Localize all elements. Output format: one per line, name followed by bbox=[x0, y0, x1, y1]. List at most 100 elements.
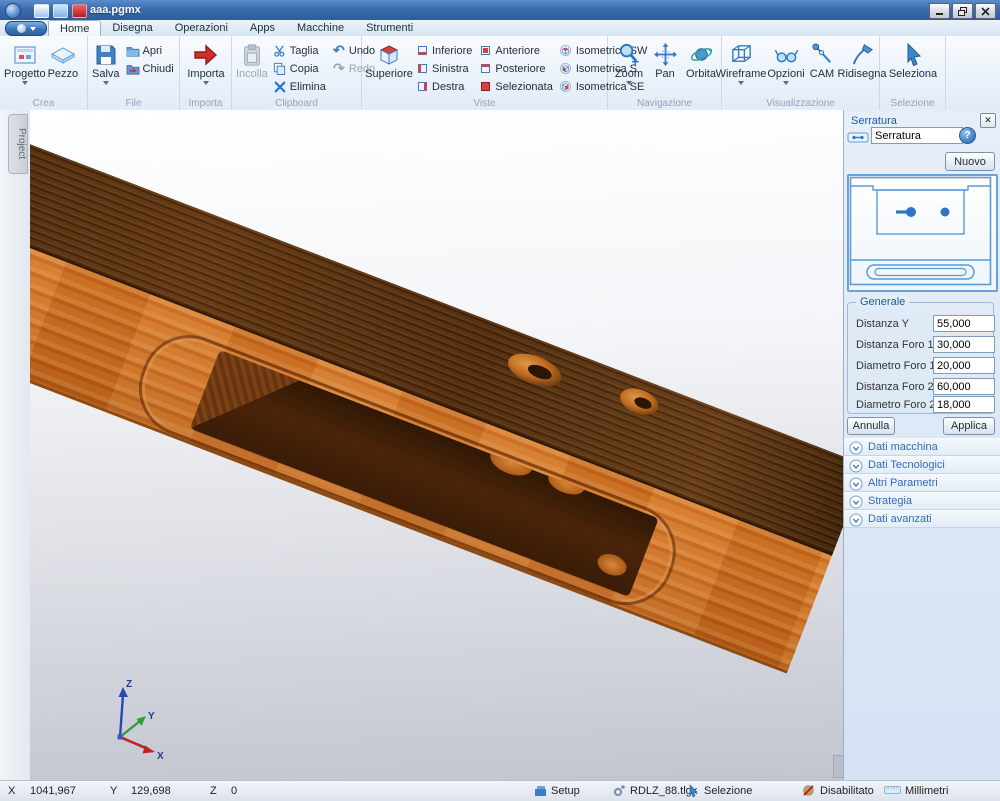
ribbon-group-crea: Progetto Pezzo Crea bbox=[0, 36, 88, 110]
ruler-icon bbox=[884, 784, 901, 799]
coord-y-value: 129,698 bbox=[131, 785, 171, 797]
section-dati-tecnologici[interactable]: Dati Tecnologici bbox=[844, 456, 1000, 474]
ribbon-group-viste: Superiore Inferiore Sinistra bbox=[362, 36, 608, 110]
viewport-3d[interactable]: Z Y X bbox=[30, 110, 843, 780]
undo-icon: ↶ bbox=[332, 44, 346, 58]
window-title: aaa.pgmx bbox=[90, 4, 141, 16]
hole-dot bbox=[941, 208, 950, 217]
field-label: Diametro Foro 1 bbox=[856, 360, 935, 372]
serratura-panel: Serratura ✕ ? Nuovo Generale Di bbox=[843, 110, 1000, 780]
cube-right-view-icon bbox=[415, 80, 429, 94]
tab-home[interactable]: Home bbox=[48, 20, 101, 37]
section-altri-parametri[interactable]: Altri Parametri bbox=[844, 474, 1000, 492]
close-icon bbox=[981, 7, 990, 16]
chevron-down-icon bbox=[626, 81, 632, 85]
scissors-icon bbox=[273, 44, 287, 58]
group-label: Viste bbox=[362, 98, 607, 109]
cam-button[interactable]: CAM bbox=[806, 39, 838, 80]
taglia-button[interactable]: Taglia bbox=[271, 42, 328, 59]
salva-button[interactable]: Salva bbox=[91, 39, 121, 85]
group-label: File bbox=[88, 98, 179, 109]
opzioni-button[interactable]: Opzioni bbox=[766, 39, 806, 85]
ribbon-group-selezione: Seleziona Selezione bbox=[880, 36, 946, 110]
distanza-y-input[interactable] bbox=[933, 315, 995, 332]
tab-strumenti[interactable]: Strumenti bbox=[355, 20, 424, 36]
iso-cube-s-icon bbox=[559, 62, 573, 76]
wireframe-button[interactable]: Wireframe bbox=[716, 39, 766, 85]
open-folder-icon bbox=[126, 44, 140, 58]
minimize-button[interactable] bbox=[929, 3, 950, 19]
nuovo-button[interactable]: Nuovo bbox=[945, 152, 995, 171]
ribbon-group-file: Salva Apri Chiudi bbox=[88, 36, 180, 110]
ribbon-group-importa: Importa Importa bbox=[180, 36, 232, 110]
restore-icon bbox=[958, 7, 967, 16]
eyeglasses-icon bbox=[774, 41, 799, 68]
statusbar-disabilitato[interactable]: Disabilitato bbox=[820, 785, 874, 797]
annulla-button[interactable]: Annulla bbox=[847, 417, 895, 435]
tab-apps[interactable]: Apps bbox=[239, 20, 286, 36]
diametro-foro-2-input[interactable] bbox=[933, 396, 995, 413]
redo-icon: ↷ bbox=[332, 62, 346, 76]
orbita-button[interactable]: Orbita bbox=[682, 39, 720, 80]
applica-button[interactable]: Applica bbox=[943, 417, 995, 435]
selezionata-button[interactable]: Selezionata bbox=[476, 78, 555, 95]
x-axis-label: X bbox=[157, 751, 164, 761]
zoom-button[interactable]: Zoom bbox=[610, 39, 648, 85]
project-panel-tab[interactable]: Project bbox=[8, 114, 28, 174]
ridisegna-button[interactable]: Ridisegna bbox=[838, 39, 886, 80]
section-strategia[interactable]: Strategia bbox=[844, 492, 1000, 510]
copia-button[interactable]: Copia bbox=[271, 60, 328, 77]
diametro-foro-1-input[interactable] bbox=[933, 357, 995, 374]
incolla-button[interactable]: Incolla bbox=[235, 39, 269, 80]
pezzo-button[interactable]: Pezzo bbox=[47, 39, 80, 80]
inferiore-button[interactable]: Inferiore bbox=[413, 42, 474, 59]
ribbon-group-clipboard: Incolla Taglia Copia bbox=[232, 36, 362, 110]
statusbar-millimetri[interactable]: Millimetri bbox=[905, 785, 948, 797]
close-window-button[interactable] bbox=[975, 3, 996, 19]
seleziona-button[interactable]: Seleziona bbox=[885, 39, 941, 80]
field-label: Distanza Foro 1 bbox=[856, 339, 934, 351]
distanza-foro-1-input[interactable] bbox=[933, 336, 995, 353]
statusbar-selezione[interactable]: Selezione bbox=[704, 785, 752, 797]
pan-button[interactable]: Pan bbox=[648, 39, 682, 80]
posteriore-button[interactable]: Posteriore bbox=[476, 60, 555, 77]
wireframe-cube-icon bbox=[729, 41, 754, 68]
serratura-name-input[interactable] bbox=[871, 127, 963, 144]
quick-open-icon[interactable] bbox=[53, 4, 68, 18]
panel-title: Serratura bbox=[851, 115, 897, 127]
tab-operazioni[interactable]: Operazioni bbox=[164, 20, 239, 36]
app-logo-icon[interactable] bbox=[5, 3, 21, 19]
chevron-down-icon bbox=[22, 81, 28, 85]
chevron-down-icon bbox=[30, 27, 36, 31]
progetto-button[interactable]: Progetto bbox=[3, 39, 47, 85]
chiudi-button[interactable]: Chiudi bbox=[124, 60, 176, 77]
quick-import-icon[interactable] bbox=[72, 4, 87, 18]
statusbar-setup[interactable]: Setup bbox=[551, 785, 580, 797]
section-dati-avanzati[interactable]: Dati avanzati bbox=[844, 510, 1000, 528]
anteriore-button[interactable]: Anteriore bbox=[476, 42, 555, 59]
field-label: Distanza Y bbox=[856, 318, 909, 330]
tab-macchine[interactable]: Macchine bbox=[286, 20, 355, 36]
chevron-down-icon bbox=[103, 81, 109, 85]
apri-button[interactable]: Apri bbox=[124, 42, 176, 59]
pocket-bottom-hole bbox=[594, 550, 629, 579]
close-folder-icon bbox=[126, 62, 140, 76]
sinistra-button[interactable]: Sinistra bbox=[413, 60, 474, 77]
save-icon bbox=[94, 41, 118, 68]
quick-new-icon[interactable] bbox=[34, 4, 49, 18]
application-menu-button[interactable] bbox=[5, 21, 47, 36]
tab-disegna[interactable]: Disegna bbox=[101, 20, 163, 36]
superiore-button[interactable]: Superiore bbox=[365, 39, 413, 80]
restore-button[interactable] bbox=[952, 3, 973, 19]
cam-linkage-icon bbox=[810, 41, 835, 68]
destra-button[interactable]: Destra bbox=[413, 78, 474, 95]
redraw-pen-icon bbox=[850, 41, 875, 68]
elimina-button[interactable]: Elimina bbox=[271, 78, 328, 95]
cube-selected-view-icon bbox=[478, 80, 492, 94]
section-dati-macchina[interactable]: Dati macchina bbox=[844, 438, 1000, 456]
help-icon[interactable]: ? bbox=[959, 127, 976, 144]
lock-schematic-icon bbox=[847, 131, 869, 147]
importa-button[interactable]: Importa bbox=[186, 39, 225, 85]
panel-close-button[interactable]: ✕ bbox=[980, 113, 996, 128]
distanza-foro-2-input[interactable] bbox=[933, 378, 995, 395]
